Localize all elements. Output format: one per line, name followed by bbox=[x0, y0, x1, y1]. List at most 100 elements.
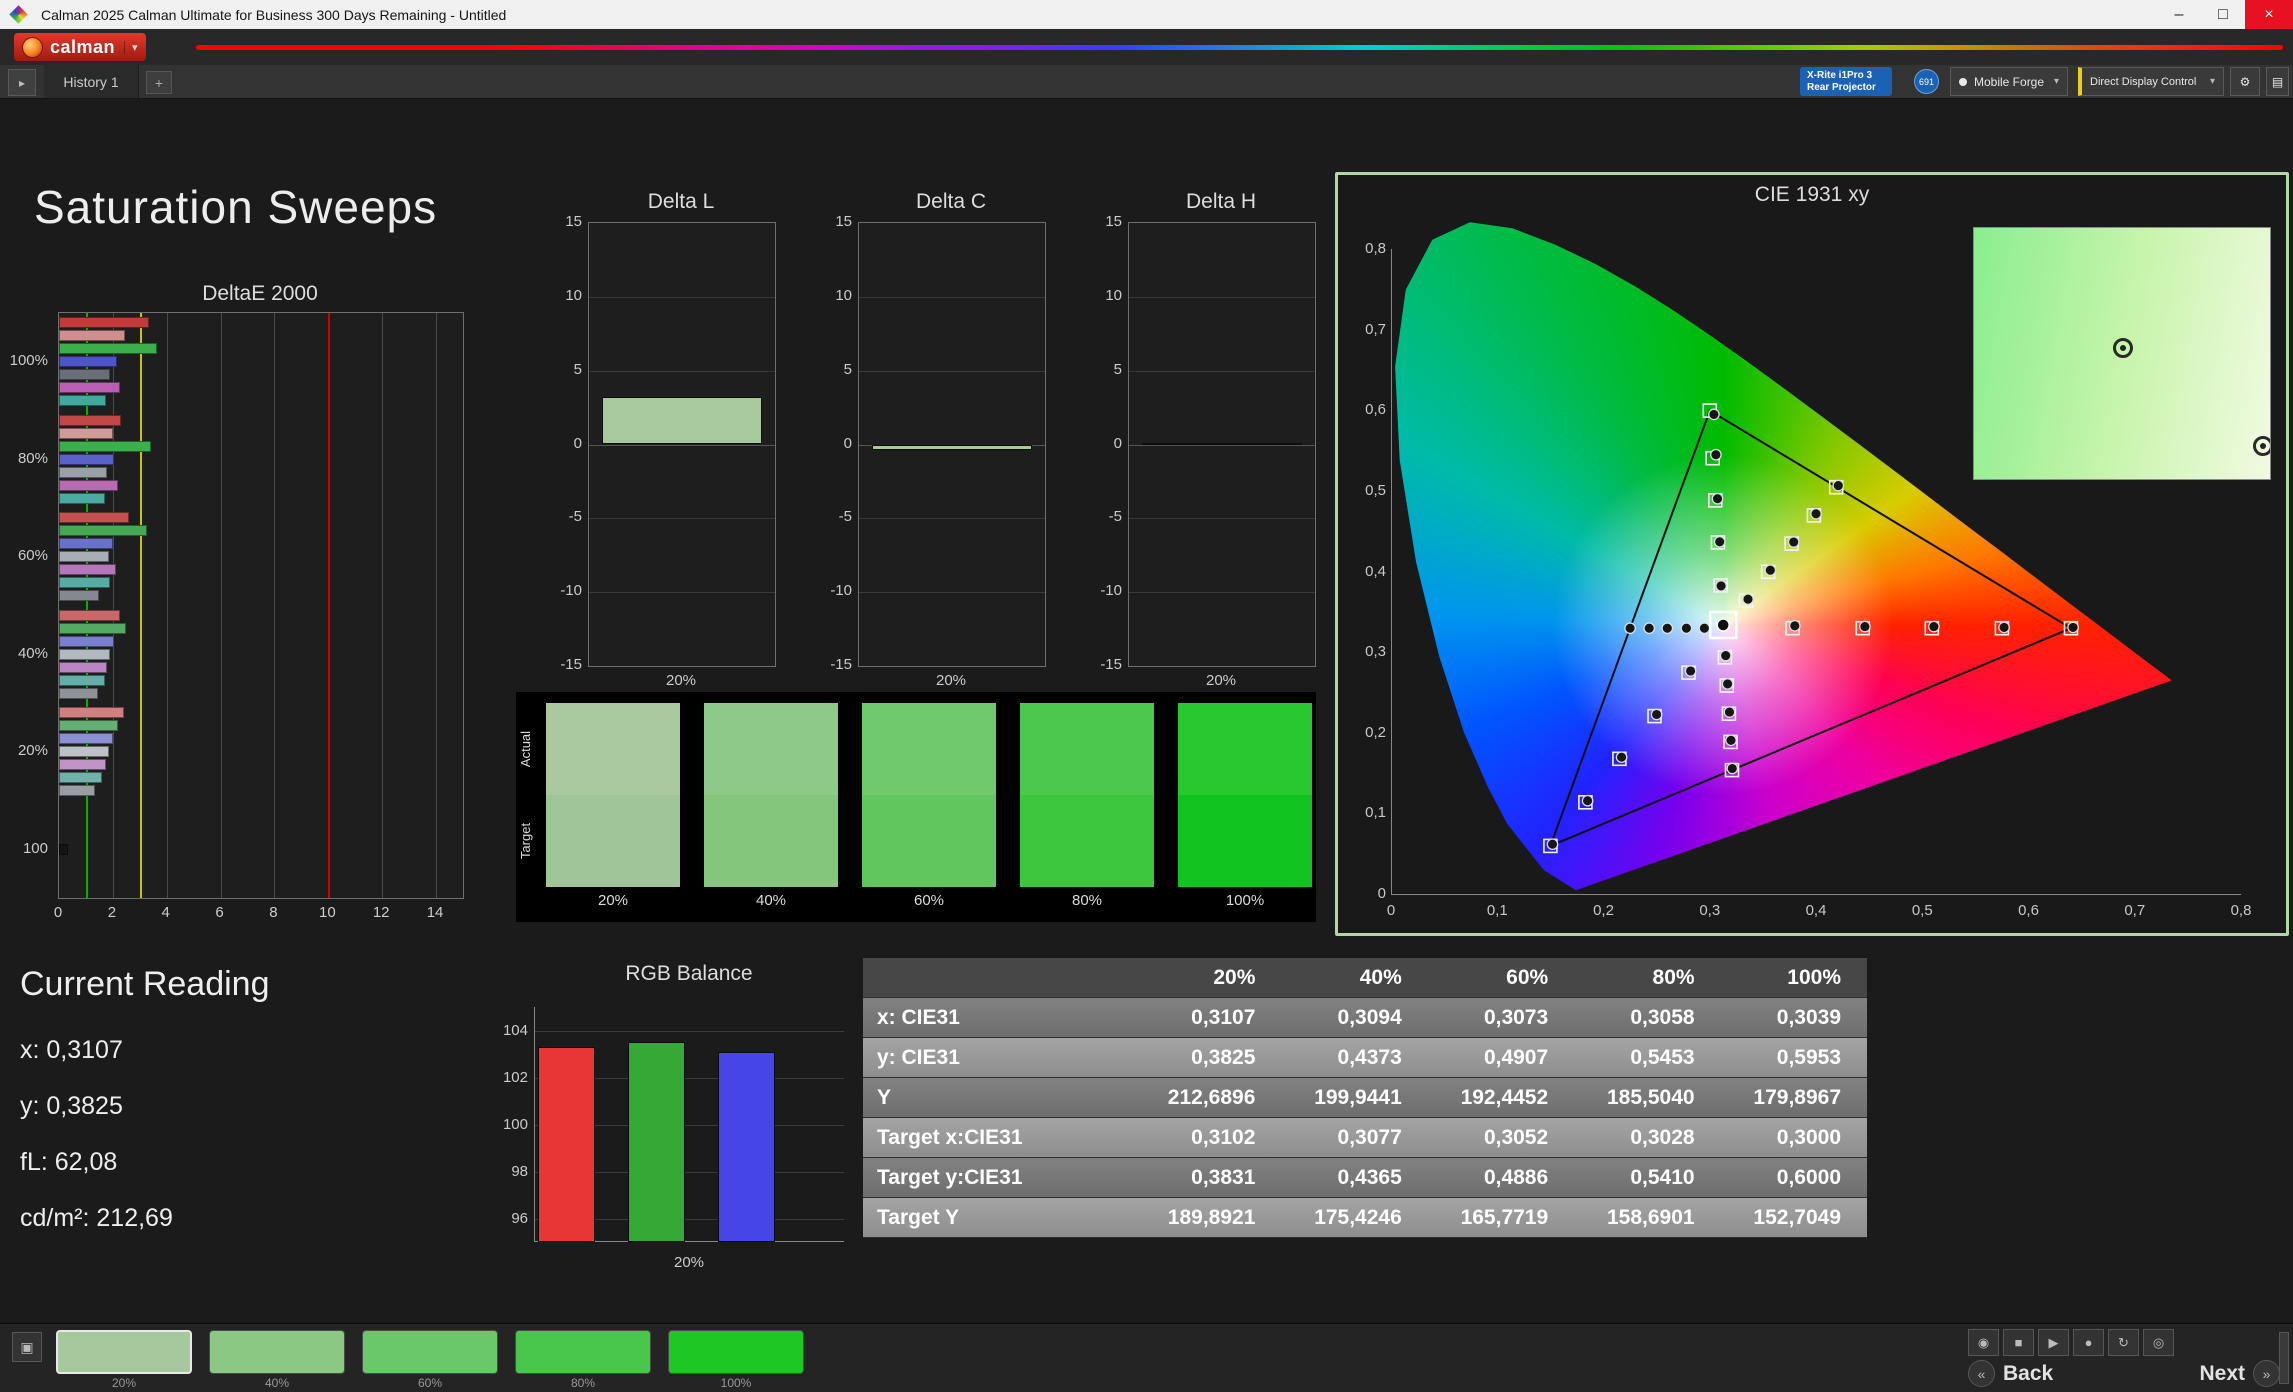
value-cell: 0,3102 bbox=[1135, 1117, 1282, 1158]
inset-marker-dot bbox=[2259, 443, 2266, 450]
measured-point-circle bbox=[1711, 492, 1724, 505]
measured-point-circle bbox=[1698, 622, 1711, 635]
x-tick-label: 0 bbox=[53, 904, 63, 921]
record-icon[interactable]: ● bbox=[2073, 1329, 2104, 1356]
swatch-actual bbox=[704, 703, 838, 795]
y-tick-label: 20% bbox=[17, 742, 48, 760]
bottom-swatch[interactable]: 40% bbox=[209, 1330, 345, 1390]
panel-handle[interactable] bbox=[2279, 1332, 2289, 1384]
measured-point-circle bbox=[2067, 621, 2079, 634]
grid-line bbox=[589, 592, 775, 594]
x-tick-label: 20% bbox=[1205, 672, 1237, 689]
rgb-bar-red bbox=[538, 1046, 595, 1242]
layout-button[interactable]: ▤ bbox=[2266, 67, 2289, 96]
bottom-swatch-chip[interactable] bbox=[56, 1330, 192, 1374]
measured-point-circle bbox=[1624, 622, 1636, 635]
meter-selector[interactable]: X-Rite i1Pro 3 Rear Projector bbox=[1800, 67, 1892, 96]
value-cell: 165,7719 bbox=[1427, 1197, 1575, 1238]
deltae-bar bbox=[59, 720, 119, 732]
window-controls: – □ × bbox=[2157, 0, 2293, 29]
row-label-cell: Target y:CIE31 bbox=[863, 1157, 1135, 1198]
measured-point-circle bbox=[1787, 536, 1800, 548]
bottom-swatch[interactable]: 80% bbox=[515, 1330, 651, 1390]
add-tab-button[interactable]: + bbox=[146, 71, 172, 94]
grid-line bbox=[1129, 444, 1315, 446]
row-label-cell: Target x:CIE31 bbox=[863, 1117, 1135, 1158]
deltae-bar bbox=[59, 414, 121, 426]
stop-icon[interactable]: ■ bbox=[2003, 1329, 2034, 1356]
status-dot-icon bbox=[1959, 77, 1967, 86]
tab-history-1[interactable]: History 1 bbox=[44, 65, 139, 98]
back-icon[interactable]: « bbox=[1968, 1360, 1995, 1387]
meter-badge: 691 bbox=[1914, 69, 1939, 94]
swatch-target bbox=[1020, 795, 1154, 887]
target-row-label: Target bbox=[518, 822, 533, 860]
y-tick-label: 100 bbox=[22, 839, 48, 857]
table-header-cell: 80% bbox=[1574, 958, 1721, 998]
swatch-pair bbox=[862, 703, 996, 887]
deltae-bar bbox=[59, 661, 108, 673]
y-tick-label: 0,4 bbox=[1365, 562, 1386, 580]
deltae-2000-chart: DeltaE 2000 100% 80% 60% 40% 20% 100 0 2 4 6 8 10 1… bbox=[9, 282, 500, 932]
measurement-table: 20% 40% 60% 80% 100% x: CIE31 0,3107 0,3094 0,30… bbox=[863, 958, 1867, 1238]
bottom-swatch[interactable]: 100% bbox=[668, 1330, 804, 1390]
x-tick-label: 0,7 bbox=[2124, 902, 2146, 919]
y-tick-label: 100% bbox=[9, 352, 48, 370]
measured-point-circle bbox=[1546, 838, 1559, 851]
y-tick-label: -10 bbox=[830, 582, 852, 600]
maximize-button[interactable]: □ bbox=[2201, 0, 2245, 29]
bottom-swatch[interactable]: 20% bbox=[56, 1330, 192, 1390]
chevron-down-icon[interactable]: ▾ bbox=[124, 40, 138, 54]
calman-logo-menu[interactable]: calman ▾ bbox=[14, 33, 146, 61]
source-label: Mobile Forge bbox=[1974, 74, 2045, 89]
grid-line bbox=[1129, 296, 1315, 298]
back-button[interactable]: Back bbox=[2003, 1362, 2053, 1386]
gear-icon: ⚙ bbox=[2239, 74, 2251, 89]
play-icon[interactable]: ▶ bbox=[2038, 1329, 2069, 1356]
bottom-swatch-chip[interactable] bbox=[362, 1330, 498, 1374]
y-tick-label: 0 bbox=[573, 434, 582, 452]
bottom-swatch-chip[interactable] bbox=[209, 1330, 345, 1374]
y-axis-line bbox=[534, 1007, 535, 1242]
layout-icon: ▤ bbox=[2271, 74, 2284, 89]
bottom-swatch[interactable]: 60% bbox=[362, 1330, 498, 1390]
close-button[interactable]: × bbox=[2245, 0, 2293, 29]
swatch-pair bbox=[704, 703, 838, 887]
next-button[interactable]: Next bbox=[2199, 1362, 2245, 1386]
measured-point-circle bbox=[1928, 620, 1940, 633]
bottom-swatch-chip[interactable] bbox=[515, 1330, 651, 1374]
next-icon[interactable]: » bbox=[2253, 1360, 2280, 1387]
refresh-icon[interactable]: ↻ bbox=[2108, 1329, 2139, 1356]
power-icon[interactable]: ◎ bbox=[2143, 1329, 2174, 1356]
value-cell: 212,6896 bbox=[1135, 1077, 1282, 1118]
saturation-step-buttons: 20% 40% 60% 80% 100% bbox=[56, 1330, 804, 1390]
table-header-cell: 20% bbox=[1135, 958, 1282, 998]
bar-groups bbox=[59, 313, 463, 898]
measured-point-circle bbox=[1788, 619, 1801, 632]
grid-line bbox=[1129, 518, 1315, 520]
bottom-swatch-chip[interactable] bbox=[668, 1330, 804, 1374]
source-selector[interactable]: Mobile Forge ▾ bbox=[1950, 67, 2068, 96]
rgb-plot-area bbox=[534, 1007, 844, 1242]
table-row: Y 212,6896 199,9441 192,4452 185,5040 179,896… bbox=[863, 1077, 1867, 1118]
history-panel-toggle[interactable]: ▸ bbox=[8, 69, 36, 96]
minimize-button[interactable]: – bbox=[2157, 0, 2201, 29]
measured-point-circle bbox=[1715, 580, 1727, 592]
camera-icon[interactable]: ◉ bbox=[1968, 1329, 1999, 1356]
calman-logo-icon bbox=[22, 36, 43, 58]
x-tick-label: 20% bbox=[935, 672, 967, 689]
value-cell: 0,3077 bbox=[1281, 1117, 1428, 1158]
deltae-bar bbox=[59, 492, 105, 504]
settings-button[interactable]: ⚙ bbox=[2230, 67, 2260, 96]
inset-marker-dot bbox=[2120, 345, 2127, 352]
y-tick-label: 10 bbox=[565, 286, 582, 304]
deltae-bar bbox=[59, 635, 115, 647]
display-control-selector[interactable]: Direct Display Control ▾ bbox=[2078, 67, 2224, 96]
deltae-bar bbox=[59, 356, 117, 368]
deltae-chart-title: DeltaE 2000 bbox=[202, 282, 318, 305]
capture-button[interactable]: ▣ bbox=[12, 1332, 42, 1362]
table-header-cell bbox=[863, 958, 1135, 998]
y-tick-label: 5 bbox=[573, 360, 582, 378]
swatch-actual bbox=[546, 703, 680, 795]
chevron-down-icon: ▾ bbox=[2209, 76, 2215, 87]
